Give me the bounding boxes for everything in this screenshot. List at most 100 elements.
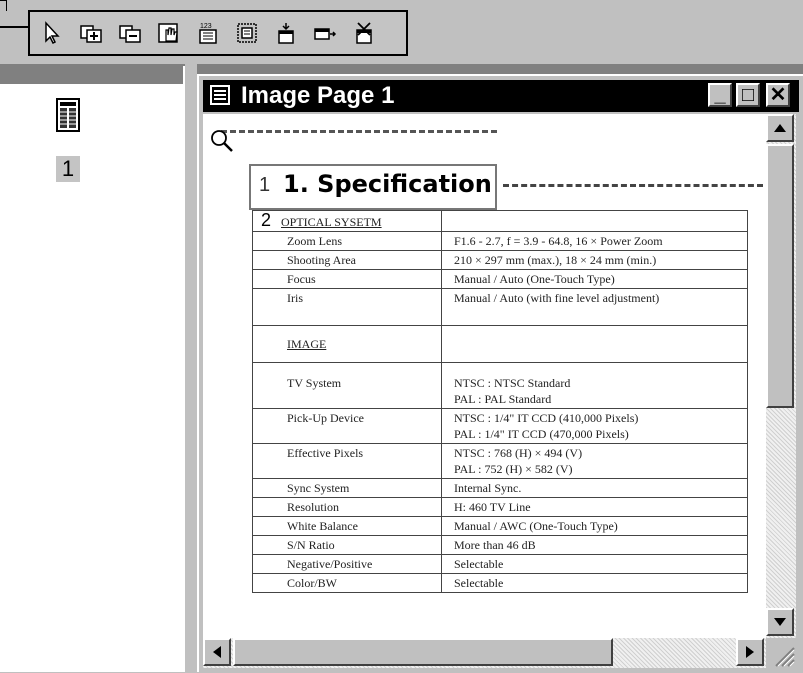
page-icon: [210, 85, 230, 105]
table-cell: Resolution: [252, 497, 442, 517]
image-page-window: Image Page 1 _ □ ✕ 1 1. Specification 2O…: [197, 74, 803, 672]
table-cell: Manual / AWC (One-Touch Type): [441, 516, 748, 536]
cell-line: PAL : PAL Standard: [454, 392, 552, 406]
horizontal-scroll-thumb[interactable]: [233, 638, 613, 666]
table-cell: White Balance: [252, 516, 442, 536]
table-cell: [441, 325, 748, 363]
table-row: Pick-Up Device NTSC : 1/4" IT CCD (410,0…: [252, 408, 748, 444]
arrow-left-icon: [213, 646, 221, 658]
table-cell: More than 46 dB: [441, 535, 748, 555]
table-cell: Manual / Auto (with fine level adjustmen…: [441, 288, 748, 326]
maximize-button[interactable]: □: [736, 83, 760, 107]
table-row: 2 OPTICAL SYSETM: [252, 210, 748, 232]
table-cell: Shooting Area: [252, 250, 442, 270]
table-row: Iris Manual / Auto (with fine level adju…: [252, 288, 748, 326]
table-cell: TV System: [252, 362, 442, 409]
table-cell: Manual / Auto (One-Touch Type): [441, 269, 748, 289]
zone-select-icon[interactable]: [233, 19, 261, 47]
page-thumbnail[interactable]: [56, 98, 80, 132]
scroll-right-button[interactable]: [736, 638, 764, 666]
heading-zone[interactable]: 1 1. Specification: [249, 164, 497, 210]
table-cell: IMAGE: [252, 325, 442, 363]
window-title: Image Page 1: [241, 82, 395, 109]
arrow-right-icon: [746, 646, 754, 658]
table-cell: Zoom Lens: [252, 231, 442, 251]
horizontal-scrollbar[interactable]: [203, 638, 766, 668]
document-view[interactable]: 1 1. Specification 2 OPTICAL SYSETM Zoom …: [203, 114, 766, 638]
table-cell: H: 460 TV Line: [441, 497, 748, 517]
table-cell: NTSC : 768 (H) × 494 (V) PAL : 752 (H) × …: [441, 443, 748, 479]
table-row: TV System NTSC : NTSC Standard PAL : PAL …: [252, 362, 748, 409]
table-cell: NTSC : 1/4" IT CCD (410,000 Pixels) PAL :…: [441, 408, 748, 444]
table-row: Effective Pixels NTSC : 768 (H) × 494 (V…: [252, 443, 748, 479]
scroll-left-button[interactable]: [203, 638, 231, 666]
table-row: S/N Ratio More than 46 dB: [252, 535, 748, 555]
arrow-down-icon: [774, 618, 786, 626]
table-cell: NTSC : NTSC Standard PAL : PAL Standard: [441, 362, 748, 409]
cell-line: NTSC : 1/4" IT CCD (410,000 Pixels): [454, 411, 639, 425]
table-cell: Iris: [252, 288, 442, 326]
section-label: IMAGE: [287, 337, 327, 351]
page-thumbnail-icon: [60, 102, 76, 128]
table-cell: Sync System: [252, 478, 442, 498]
zone-border-dashed: [221, 130, 497, 133]
page-thumbnail-number: 1: [56, 156, 80, 182]
cell-line: PAL : 1/4" IT CCD (470,000 Pixels): [454, 427, 629, 441]
table-cell: S/N Ratio: [252, 535, 442, 555]
hand-pan-icon[interactable]: [155, 19, 183, 47]
svg-text:123: 123: [200, 23, 212, 30]
numbering-icon[interactable]: 123: [194, 19, 222, 47]
pane-splitter[interactable]: [185, 64, 197, 672]
table-row: IMAGE: [252, 325, 748, 363]
page-thumbnail-pane: 1: [0, 64, 185, 672]
zone-number: 2: [261, 210, 272, 230]
pointer-arrow-icon[interactable]: [38, 19, 66, 47]
workspace-header: [197, 64, 803, 74]
table-cell: Pick-Up Device: [252, 408, 442, 444]
vertical-scrollbar[interactable]: [766, 114, 796, 638]
add-frame-icon[interactable]: [77, 19, 105, 47]
table-row: Zoom Lens F1.6 - 2.7, f = 3.9 - 64.8, 16…: [252, 231, 748, 251]
thumbnail-pane-header: [0, 66, 183, 84]
heading-text: 1. Specification: [283, 170, 492, 198]
scroll-up-button[interactable]: [766, 114, 794, 142]
table-cell: [441, 210, 748, 232]
vertical-scroll-thumb[interactable]: [766, 144, 794, 408]
scroll-down-button[interactable]: [766, 608, 794, 636]
spec-table[interactable]: 2 OPTICAL SYSETM Zoom Lens F1.6 - 2.7, f …: [252, 210, 748, 593]
cell-line: PAL : 752 (H) × 582 (V): [454, 462, 573, 476]
table-cell: Internal Sync.: [441, 478, 748, 498]
zone-border-dashed: [503, 184, 763, 187]
table-cell: 2 OPTICAL SYSETM: [252, 210, 442, 232]
arrow-up-icon: [774, 124, 786, 132]
table-cell: Negative/Positive: [252, 554, 442, 574]
table-row: Color/BW Selectable: [252, 573, 748, 593]
table-cell: F1.6 - 2.7, f = 3.9 - 64.8, 16 × Power Z…: [441, 231, 748, 251]
table-row: Sync System Internal Sync.: [252, 478, 748, 498]
insert-down-icon[interactable]: [272, 19, 300, 47]
close-button[interactable]: ✕: [766, 83, 790, 107]
toolbar: 123: [28, 10, 408, 56]
callout-line: [0, 26, 28, 28]
table-cell: 210 × 297 mm (max.), 18 × 24 mm (min.): [441, 250, 748, 270]
table-row: Focus Manual / Auto (One-Touch Type): [252, 269, 748, 289]
zone-number: 1: [259, 174, 271, 196]
table-row: White Balance Manual / AWC (One-Touch Ty…: [252, 516, 748, 536]
table-cell: Selectable: [441, 554, 748, 574]
delete-zone-icon[interactable]: [350, 19, 378, 47]
table-row: Negative/Positive Selectable: [252, 554, 748, 574]
table-cell: Selectable: [441, 573, 748, 593]
insert-right-icon[interactable]: [311, 19, 339, 47]
section-label: OPTICAL SYSETM: [281, 215, 382, 229]
table-row: Resolution H: 460 TV Line: [252, 497, 748, 517]
remove-frame-icon[interactable]: [116, 19, 144, 47]
resize-grip[interactable]: [766, 638, 796, 668]
table-row: Shooting Area 210 × 297 mm (max.), 18 × …: [252, 250, 748, 270]
resize-grip-icon: [775, 647, 795, 667]
callout-mark: [0, 0, 7, 11]
window-title-bar[interactable]: Image Page 1 _ □ ✕: [203, 80, 799, 112]
table-cell: Focus: [252, 269, 442, 289]
cell-line: NTSC : NTSC Standard: [454, 376, 571, 390]
minimize-button[interactable]: _: [708, 83, 732, 107]
magnifier-icon[interactable]: [209, 128, 235, 154]
